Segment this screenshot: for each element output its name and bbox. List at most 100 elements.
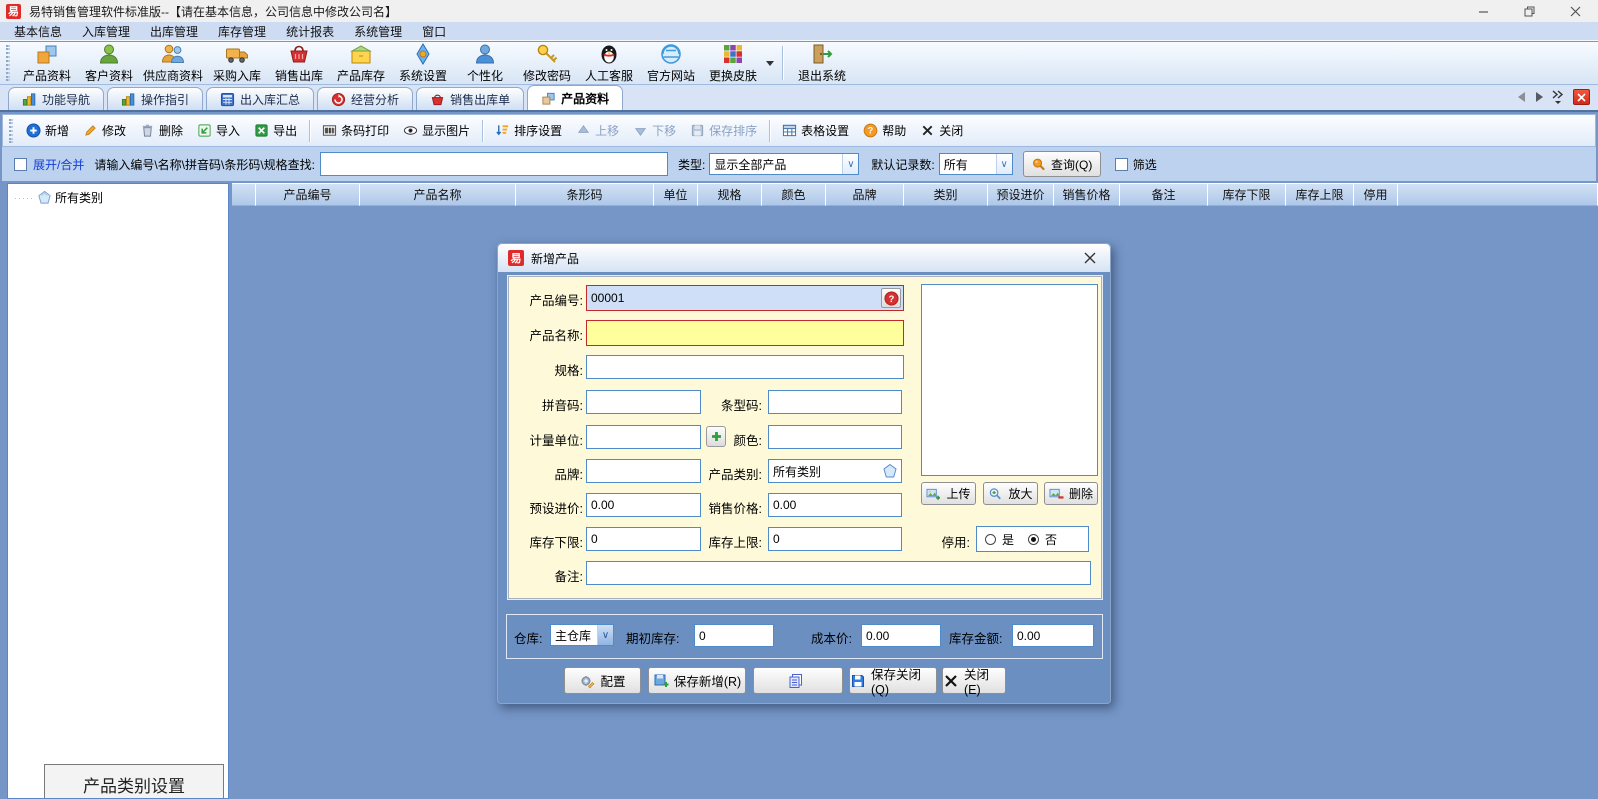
tree-node-all-categories[interactable]: ····· 所有类别 [8,184,228,206]
toolbar-product-data[interactable]: 产品资料 [16,42,78,84]
tab-product-data[interactable]: 产品资料 [527,85,623,110]
stock-amount-input[interactable] [1012,624,1094,647]
tab-function-nav[interactable]: 功能导航 [8,87,104,110]
move-down-button[interactable]: 下移 [626,119,683,142]
records-select[interactable]: 所有 ∨ [939,153,1013,175]
column-header-stock-max[interactable]: 库存上限 [1286,183,1354,206]
zoom-image-button[interactable]: 放大 [983,482,1038,505]
column-header-buy-price[interactable]: 预设进价 [988,183,1054,206]
column-header-product-code[interactable]: 产品编号 [256,183,360,206]
column-header-spec[interactable]: 规格 [698,183,762,206]
tab-operation-guide[interactable]: 操作指引 [107,87,203,110]
color-input[interactable] [768,425,902,449]
toolbar-customer-data[interactable]: 客户资料 [78,42,140,84]
dialog-close-action-button[interactable]: 关闭(E) [942,667,1006,694]
sell-price-input[interactable] [768,493,902,517]
product-name-input[interactable] [586,320,904,346]
pick-category-button[interactable] [880,461,899,481]
column-header-sell-price[interactable]: 销售价格 [1054,183,1120,206]
disabled-radio-group: 是 否 [976,526,1089,552]
table-settings-button[interactable]: 表格设置 [775,119,856,142]
delete-image-button[interactable]: 删除 [1044,482,1098,505]
menu-window[interactable]: 窗口 [412,21,456,42]
skin-dropdown-arrow-icon[interactable] [766,61,774,66]
delete-button[interactable]: 删除 [133,119,190,142]
dialog-close-button[interactable] [1080,249,1100,267]
help-button[interactable]: ? 帮助 [856,119,913,142]
toolbar-personalization[interactable]: 个性化 [454,42,516,84]
toolbar-supplier-data[interactable]: 供应商资料 [140,42,206,84]
menu-inbound[interactable]: 入库管理 [72,21,140,42]
delete-image-icon [1049,487,1064,501]
tab-scroll-left-icon[interactable] [1518,92,1526,102]
save-new-button[interactable]: 保存新增(R) [648,667,746,694]
search-input[interactable] [320,152,668,176]
menu-outbound[interactable]: 出库管理 [140,21,208,42]
toolbar-sales-out[interactable]: 销售出库 [268,42,330,84]
column-header-barcode[interactable]: 条形码 [516,183,654,206]
show-image-button[interactable]: 显示图片 [396,119,477,142]
warehouse-select[interactable]: 主仓库 ∨ [550,624,614,646]
tab-scroll-right-icon[interactable] [1535,92,1543,102]
menu-inventory[interactable]: 库存管理 [208,21,276,42]
column-header-brand[interactable]: 品牌 [826,183,904,206]
category-settings-button[interactable]: 产品类别设置 [44,764,224,799]
column-header-color[interactable]: 颜色 [762,183,826,206]
column-header-stock-min[interactable]: 库存下限 [1208,183,1286,206]
import-button[interactable]: 导入 [190,119,247,142]
sort-settings-button[interactable]: 排序设置 [488,119,569,142]
save-sort-button[interactable]: 保存排序 [683,119,764,142]
stock-max-input[interactable] [768,527,902,551]
tab-inout-summary[interactable]: 出入库汇总 [206,87,314,110]
toolbar-customer-service[interactable]: 人工客服 [578,42,640,84]
move-up-button[interactable]: 上移 [569,119,626,142]
close-tab-button[interactable]: 关闭 [913,119,970,142]
minimize-button[interactable] [1460,0,1506,22]
column-header-unit[interactable]: 单位 [654,183,698,206]
tab-sales-order[interactable]: 销售出库单 [416,87,524,110]
config-button[interactable]: 配置 [564,667,641,694]
tab-close-button[interactable] [1573,89,1590,105]
code-help-button[interactable]: ? [881,288,901,308]
remark-input[interactable] [586,561,1091,585]
toolbar-change-skin[interactable]: 更换皮肤 [702,42,764,84]
column-header-product-name[interactable]: 产品名称 [360,183,516,206]
toolbar-exit-system[interactable]: 退出系统 [791,42,853,84]
expand-merge-label[interactable]: 展开/合并 [33,156,84,173]
barcode-input[interactable] [768,390,902,414]
toolbar-purchase-in[interactable]: 采购入库 [206,42,268,84]
menu-system[interactable]: 系统管理 [344,21,412,42]
menu-reports[interactable]: 统计报表 [276,21,344,42]
restore-button[interactable] [1506,0,1552,22]
add-button[interactable]: 新增 [19,119,76,142]
product-code-input[interactable] [587,286,881,310]
dialog-titlebar[interactable]: 易 新增产品 [498,244,1110,272]
tab-business-analysis[interactable]: 经营分析 [317,87,413,110]
column-header-disabled[interactable]: 停用 [1354,183,1398,206]
toolbar-official-website[interactable]: 官方网站 [640,42,702,84]
disabled-no-radio[interactable] [1028,534,1039,545]
column-header-select[interactable] [232,183,256,206]
edit-button[interactable]: 修改 [76,119,133,142]
query-button[interactable]: 查询(Q) [1023,151,1101,177]
filter-checkbox[interactable] [1115,158,1128,171]
toolbar-system-settings[interactable]: 系统设置 [392,42,454,84]
column-header-remark[interactable]: 备注 [1120,183,1208,206]
disabled-yes-radio[interactable] [985,534,996,545]
toolbar-product-stock[interactable]: 产品库存 [330,42,392,84]
cost-price-input[interactable] [861,624,941,647]
upload-image-button[interactable]: 上传 [921,482,976,505]
tab-list-icon[interactable] [1552,90,1564,104]
menu-basic-info[interactable]: 基本信息 [4,21,72,42]
spec-input[interactable] [586,355,904,379]
column-header-category[interactable]: 类别 [904,183,988,206]
barcode-print-button[interactable]: 条码打印 [315,119,396,142]
type-select[interactable]: 显示全部产品 ∨ [709,153,859,175]
export-button[interactable]: 导出 [247,119,304,142]
save-close-button[interactable]: 保存关闭(Q) [849,667,937,694]
toolbar-change-password[interactable]: 修改密码 [516,42,578,84]
expand-merge-checkbox[interactable] [14,158,27,171]
save-copy-button[interactable] [753,667,843,694]
close-button[interactable] [1552,0,1598,22]
opening-stock-input[interactable] [694,624,774,647]
